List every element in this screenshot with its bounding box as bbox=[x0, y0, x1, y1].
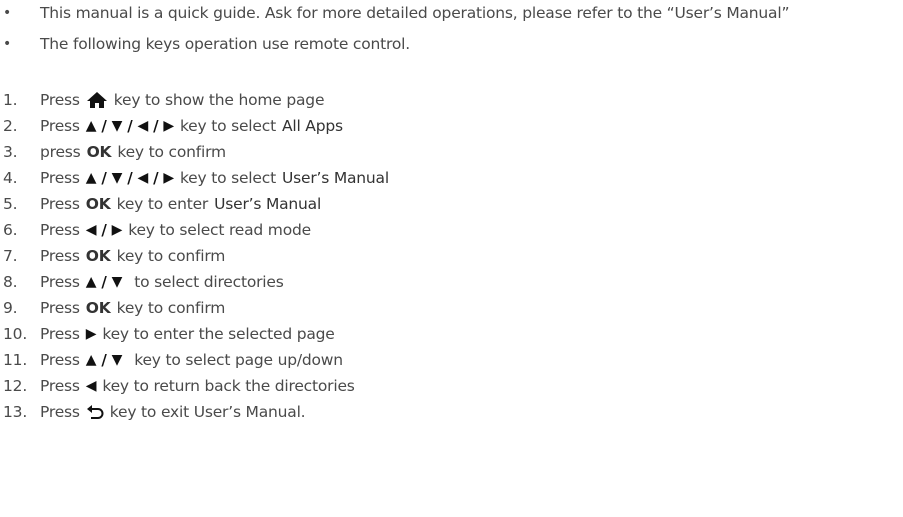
step-action: key to exit User’s Manual. bbox=[109, 403, 306, 421]
step-verb: press bbox=[40, 143, 81, 161]
step-number: 9. bbox=[3, 299, 18, 317]
ok-key-label: OK bbox=[85, 299, 111, 317]
step-verb: Press bbox=[40, 117, 80, 135]
down-arrow-icon: ▼ bbox=[111, 170, 123, 186]
step-number: 13. bbox=[3, 403, 28, 421]
step-number: 4. bbox=[3, 169, 18, 187]
step-verb: Press bbox=[40, 91, 80, 109]
right-arrow-icon: ▶ bbox=[85, 326, 97, 342]
ok-key-label: OK bbox=[85, 195, 111, 213]
slash-separator: / bbox=[101, 117, 107, 135]
right-arrow-icon: ▶ bbox=[111, 222, 123, 238]
step-action: key to select page up/down bbox=[134, 351, 343, 369]
step-verb: Press bbox=[40, 325, 80, 343]
slash-separator: / bbox=[101, 351, 107, 369]
step-number: 2. bbox=[3, 117, 18, 135]
step-number: 10. bbox=[3, 325, 28, 343]
note-text: This manual is a quick guide. Ask for mo… bbox=[40, 4, 790, 22]
step-action: key to confirm bbox=[116, 247, 226, 265]
slash-separator: / bbox=[127, 169, 133, 187]
step-number: 7. bbox=[3, 247, 18, 265]
up-arrow-icon: ▲ bbox=[85, 274, 97, 290]
left-arrow-icon: ◀ bbox=[85, 222, 97, 238]
slash-separator: / bbox=[153, 117, 159, 135]
step-verb: Press bbox=[40, 273, 80, 291]
step-action: key to enter bbox=[116, 195, 209, 213]
step-number: 8. bbox=[3, 273, 18, 291]
step-verb: Press bbox=[40, 247, 80, 265]
step-action: key to confirm bbox=[117, 143, 226, 161]
step-verb: Press bbox=[40, 403, 80, 421]
right-arrow-icon: ▶ bbox=[163, 118, 174, 134]
step-action: key to select read mode bbox=[128, 221, 311, 239]
step-verb: Press bbox=[40, 221, 80, 239]
step-number: 5. bbox=[3, 195, 18, 213]
step-action: key to confirm bbox=[116, 299, 226, 317]
step-action: to select directories bbox=[134, 273, 284, 291]
left-arrow-icon: ◀ bbox=[137, 170, 149, 186]
bullet-marker: • bbox=[3, 5, 12, 21]
ok-key-label: OK bbox=[86, 143, 112, 161]
up-arrow-icon: ▲ bbox=[85, 118, 97, 134]
ok-key-label: OK bbox=[85, 247, 111, 265]
left-arrow-icon: ◀ bbox=[137, 118, 149, 134]
step-number: 12. bbox=[3, 377, 28, 395]
step-number: 1. bbox=[3, 91, 18, 109]
up-arrow-icon: ▲ bbox=[85, 170, 97, 186]
menu-target: User’s Manual bbox=[214, 195, 322, 213]
step-verb: Press bbox=[40, 351, 80, 369]
slash-separator: / bbox=[127, 117, 133, 135]
step-verb: Press bbox=[40, 299, 80, 317]
step-number: 11. bbox=[3, 351, 28, 369]
back-arrow-icon bbox=[86, 404, 104, 420]
down-arrow-icon: ▼ bbox=[111, 118, 123, 134]
step-action: key to select bbox=[179, 169, 276, 187]
note-text: The following keys operation use remote … bbox=[40, 35, 410, 53]
right-arrow-icon: ▶ bbox=[163, 170, 174, 186]
step-verb: Press bbox=[40, 195, 80, 213]
slash-separator: / bbox=[101, 221, 107, 239]
step-number: 6. bbox=[3, 221, 18, 239]
step-verb: Press bbox=[40, 377, 80, 395]
home-icon bbox=[86, 91, 108, 109]
step-action: key to enter the selected page bbox=[102, 325, 335, 343]
slash-separator: / bbox=[153, 169, 159, 187]
menu-target: All Apps bbox=[281, 117, 343, 135]
step-number: 3. bbox=[3, 143, 18, 161]
step-verb: Press bbox=[40, 169, 80, 187]
bullet-marker: • bbox=[3, 36, 12, 52]
slash-separator: / bbox=[101, 169, 107, 187]
down-arrow-icon: ▼ bbox=[111, 352, 123, 368]
left-arrow-icon: ◀ bbox=[85, 378, 97, 394]
menu-target: User’s Manual bbox=[281, 169, 389, 187]
slash-separator: / bbox=[101, 273, 107, 291]
step-action: key to select bbox=[179, 117, 276, 135]
up-arrow-icon: ▲ bbox=[85, 352, 97, 368]
down-arrow-icon: ▼ bbox=[111, 274, 123, 290]
step-action: key to show the home page bbox=[113, 91, 325, 109]
step-action: key to return back the directories bbox=[102, 377, 355, 395]
